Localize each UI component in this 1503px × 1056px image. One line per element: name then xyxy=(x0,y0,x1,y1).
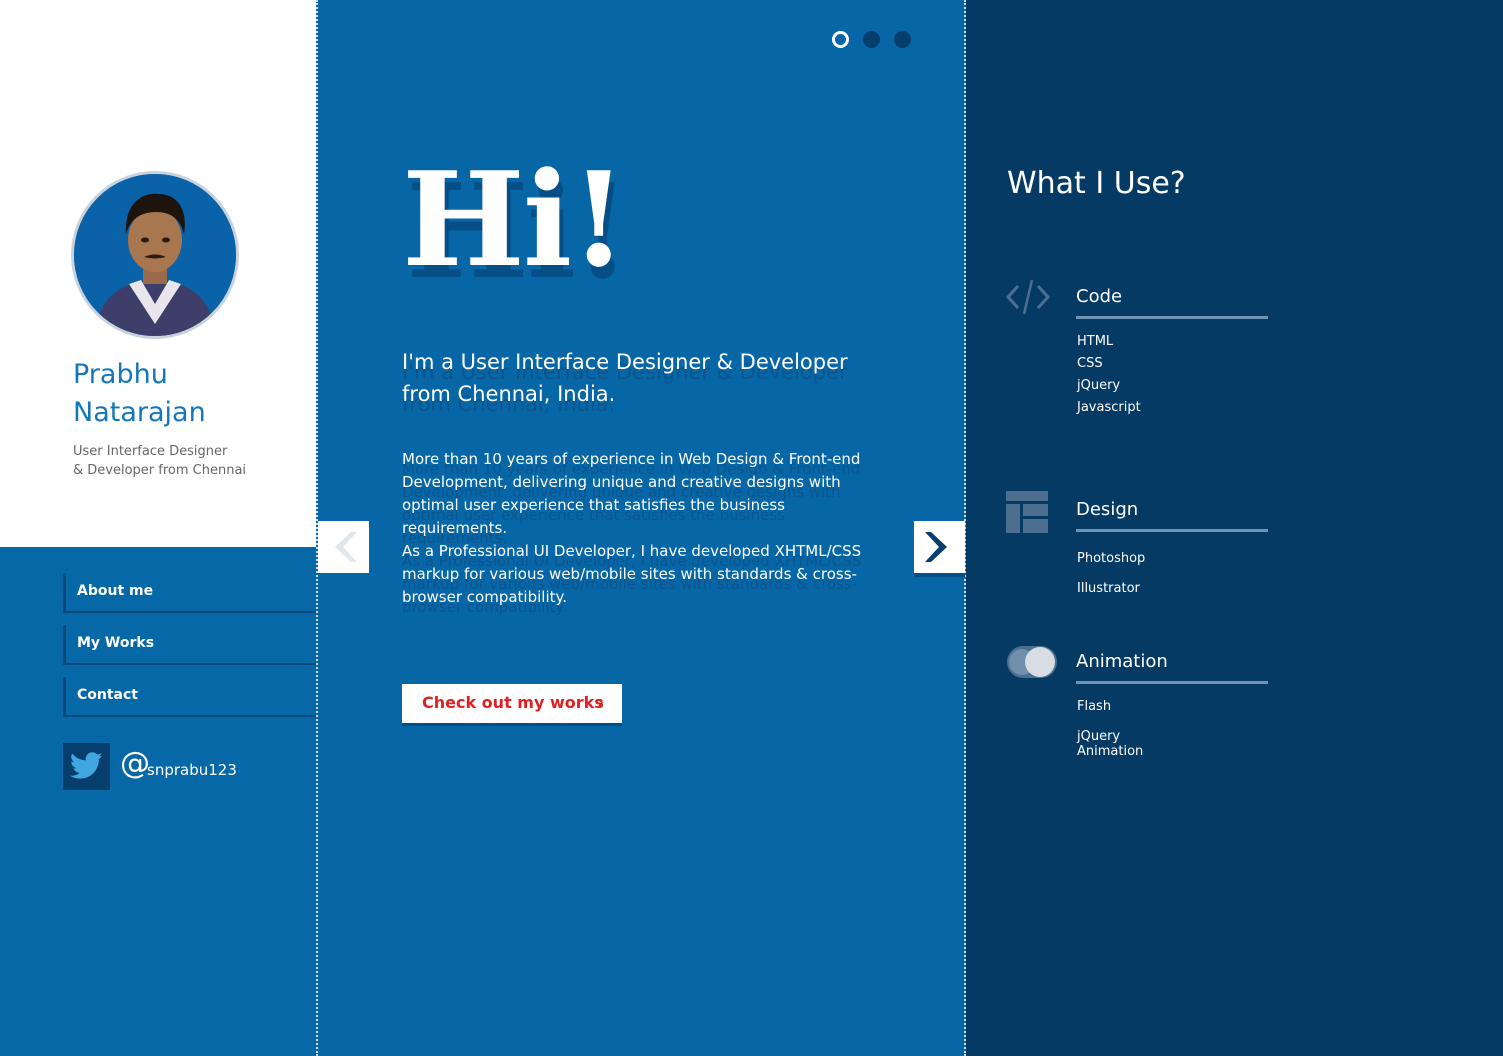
chevron-right-icon xyxy=(925,532,947,562)
slider-dot-2[interactable] xyxy=(863,31,880,48)
profile-name-first: Prabhu xyxy=(73,359,168,390)
skills-panel: What I Use? Code HTML CSS jQuery Javascr… xyxy=(966,0,1503,1056)
twitter-button[interactable] xyxy=(63,743,110,790)
skill-item: jQuery Animation xyxy=(1077,729,1144,759)
skill-item: HTML xyxy=(1077,334,1114,349)
twitter-icon xyxy=(70,752,103,779)
skill-group-title: Design xyxy=(1076,499,1268,532)
check-works-label: Check out my works xyxy=(422,693,604,712)
twitter-handle[interactable]: snprabu123 xyxy=(147,761,237,779)
layout-icon xyxy=(1006,491,1048,533)
prev-slide-button[interactable] xyxy=(318,521,369,573)
skill-item: CSS xyxy=(1077,356,1103,371)
check-works-button[interactable]: Check out my works › xyxy=(402,684,622,723)
nav-item-label: Contact xyxy=(77,687,138,703)
nav-item-about-me[interactable]: About me xyxy=(63,573,316,613)
paragraph2: As a Professional UI Developer, I have d… xyxy=(402,542,862,606)
profile-name: Prabhu Natarajan xyxy=(73,356,293,432)
chevron-right-icon: › xyxy=(597,692,605,713)
skill-item: Flash xyxy=(1077,699,1112,714)
nav-item-label: My Works xyxy=(77,635,155,651)
profile-role: User Interface Designer & Developer from… xyxy=(73,442,303,480)
next-slide-button[interactable] xyxy=(914,521,965,573)
handle-at-symbol: @ xyxy=(120,746,150,781)
slider-dot-1[interactable] xyxy=(832,31,849,48)
profile-name-last: Natarajan xyxy=(73,397,206,428)
slider-dot-3[interactable] xyxy=(894,31,911,48)
profile-role-line2: & Developer from Chennai xyxy=(73,463,247,478)
toggle-icon xyxy=(1007,646,1057,678)
chevron-left-icon xyxy=(335,532,357,562)
profile-role-line1: User Interface Designer xyxy=(73,444,228,459)
profile-card: Prabhu Natarajan User Interface Designer… xyxy=(0,0,316,547)
skills-title: What I Use? xyxy=(1007,166,1186,201)
code-icon xyxy=(1006,279,1050,315)
skill-item: Illustrator xyxy=(1077,581,1140,596)
skill-group-title: Code xyxy=(1076,286,1268,319)
intro-heading: I'm a User Interface Designer & Develope… xyxy=(402,346,882,410)
skill-item: Javascript xyxy=(1077,400,1141,415)
left-sidebar: Prabhu Natarajan User Interface Designer… xyxy=(0,0,316,1056)
skill-group-title: Animation xyxy=(1076,651,1268,684)
hero-panel: Hi! Hi! I'm a User Interface Designer & … xyxy=(316,0,966,1056)
skill-item: Photoshop xyxy=(1077,551,1146,566)
main-nav: About me My Works Contact xyxy=(63,573,316,729)
intro-line1: I'm a User Interface Designer & Develope… xyxy=(402,350,848,374)
intro-line2: from Chennai, India. xyxy=(402,382,616,406)
nav-item-contact[interactable]: Contact xyxy=(63,677,316,717)
skill-item: jQuery xyxy=(1077,378,1121,393)
greeting: Hi! xyxy=(402,143,627,296)
nav-item-my-works[interactable]: My Works xyxy=(63,625,316,665)
avatar xyxy=(71,171,239,339)
nav-item-label: About me xyxy=(77,583,154,599)
paragraph1: More than 10 years of experience in Web … xyxy=(402,450,861,537)
